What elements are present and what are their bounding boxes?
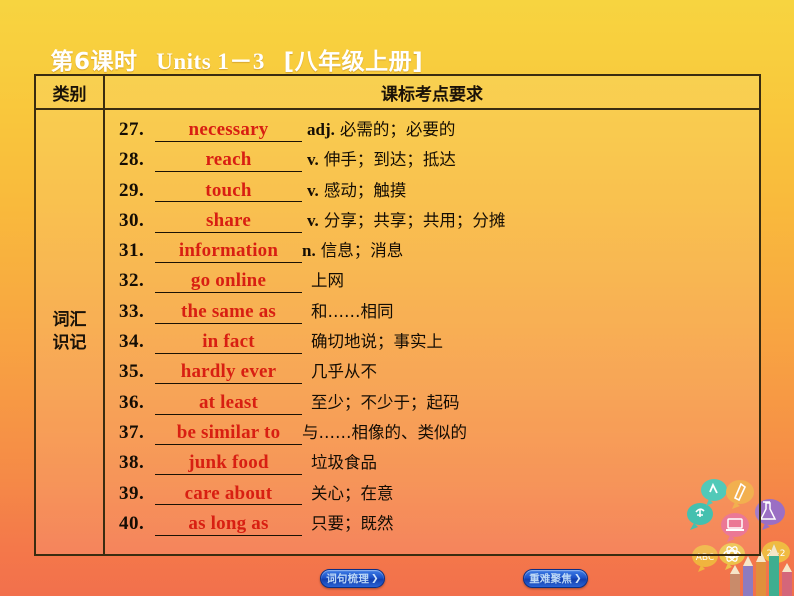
answer-blank: junk food	[155, 452, 302, 476]
answer-blank: at least	[155, 392, 302, 415]
row-number: 28.	[119, 149, 145, 171]
vocabulary-row: 31. information n. 信息；消息	[119, 237, 759, 267]
row-number: 27.	[119, 119, 145, 140]
answer-blank: the same as	[155, 301, 302, 324]
part-of-speech: v.	[307, 210, 319, 230]
title-grade: [八年级上册]	[283, 49, 424, 75]
answer-blank: hardly ever	[155, 361, 302, 385]
vocabulary-table: 类别 课标考点要求 词汇 识记 27. necessary adj. 必需的；必要的 2…	[34, 74, 761, 556]
chinese-meaning: 必需的；必要的	[339, 120, 456, 139]
vocabulary-row: 37. be similar to 与……相像的、类似的	[119, 419, 759, 449]
table-body: 词汇 识记 27. necessary adj. 必需的；必要的 28. reach v. 伸…	[36, 110, 759, 554]
row-number: 30.	[119, 209, 145, 231]
vocabulary-row: 27. necessary adj. 必需的；必要的	[119, 116, 759, 146]
vocabulary-row: 28. reach v. 伸手；到达；抵达	[119, 146, 759, 176]
part-of-speech: n.	[302, 241, 316, 261]
answer-blank: necessary	[155, 119, 302, 142]
chevron-right-icon: ❯	[371, 573, 379, 584]
answer-blank: in fact	[155, 331, 302, 354]
row-number: 33.	[119, 300, 145, 322]
title-lesson: 第6课时	[50, 49, 138, 75]
chinese-meaning: 上网	[311, 271, 344, 291]
row-number: 29.	[119, 179, 145, 201]
button-right-label: 重难聚焦	[529, 573, 573, 585]
answer-blank: information	[155, 240, 302, 264]
chinese-meaning: 伸手；到达；抵达	[323, 150, 456, 170]
part-of-speech: v.	[307, 180, 319, 200]
row-number: 40.	[119, 512, 145, 534]
row-number: 32.	[119, 270, 145, 292]
chinese-meaning: 垃圾食品	[311, 453, 377, 473]
row-number: 37.	[119, 421, 145, 443]
answer-blank: share	[155, 210, 302, 233]
category-cell: 词汇 识记	[36, 110, 105, 554]
row-number: 36.	[119, 391, 145, 413]
vocabulary-row: 39. care about 关心；在意	[119, 480, 759, 510]
row-number: 39.	[119, 482, 145, 504]
button-word-sentence-review[interactable]: 词句梳理 ❯	[320, 569, 385, 588]
answer-blank: touch	[155, 180, 302, 203]
chinese-meaning: 只要；既然	[311, 513, 394, 533]
answer-blank: as long as	[155, 513, 302, 536]
vocabulary-row: 40. as long as 只要；既然	[119, 510, 759, 540]
vocabulary-row: 34. in fact 确切地说；事实上	[119, 328, 759, 358]
row-number: 34.	[119, 331, 145, 353]
vocabulary-row: 36. at least 至少；不少于；起码	[119, 389, 759, 419]
button-key-difficulty-focus[interactable]: 重难聚焦 ❯	[523, 569, 588, 588]
chinese-meaning: 感动；触摸	[323, 180, 407, 200]
vocabulary-row: 32. go online 上网	[119, 267, 759, 297]
answer-blank: care about	[155, 483, 302, 506]
answer-blank: reach	[155, 149, 302, 173]
answer-blank: go online	[155, 270, 302, 294]
vocabulary-row: 38. junk food 垃圾食品	[119, 449, 759, 479]
category-label-line1: 词汇	[52, 310, 87, 331]
row-number: 38.	[119, 452, 145, 474]
chevron-right-icon: ❯	[574, 573, 582, 584]
row-number: 31.	[119, 240, 145, 262]
chinese-meaning: 确切地说；事实上	[311, 332, 443, 352]
vocabulary-list: 27. necessary adj. 必需的；必要的 28. reach v. 伸手；到达；抵…	[105, 110, 759, 554]
svg-text:2+2: 2+2	[767, 549, 786, 559]
chinese-meaning: 与……相像的、类似的	[302, 422, 467, 442]
category-label-line2: 识记	[52, 333, 87, 353]
column-header-category: 类别	[36, 76, 105, 108]
column-header-requirement: 课标考点要求	[381, 84, 483, 105]
table-header-row: 类别 课标考点要求	[36, 76, 759, 110]
page-title: 第6课时 Units 1－3 [八年级上册]	[38, 16, 423, 76]
vocabulary-row: 30. share v. 分享；共享；共用；分摊	[119, 207, 759, 237]
row-number: 35.	[119, 361, 145, 383]
answer-blank: be similar to	[155, 422, 302, 445]
chinese-meaning: 和……相同	[311, 301, 394, 321]
chinese-meaning: 分享；共享；共用；分摊	[323, 210, 506, 230]
button-left-label: 词句梳理	[326, 573, 370, 585]
vocabulary-row: 29. touch v. 感动；触摸	[119, 177, 759, 207]
chinese-meaning: 关心；在意	[311, 483, 394, 503]
title-units: Units 1－3	[156, 49, 265, 74]
part-of-speech: v.	[307, 150, 319, 170]
chinese-meaning: 信息；消息	[320, 241, 404, 261]
chinese-meaning: 至少；不少于；起码	[311, 392, 460, 412]
vocabulary-row: 35. hardly ever 几乎从不	[119, 358, 759, 388]
chinese-meaning: 几乎从不	[311, 362, 377, 382]
part-of-speech: adj.	[307, 120, 335, 139]
vocabulary-row: 33. the same as 和……相同	[119, 298, 759, 328]
